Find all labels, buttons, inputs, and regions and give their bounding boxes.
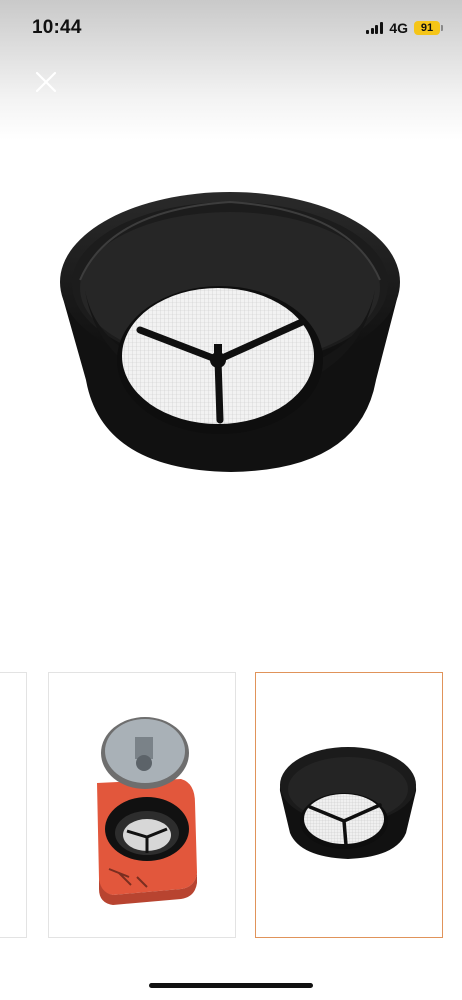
- close-button[interactable]: [30, 66, 62, 98]
- signal-icon: [366, 22, 384, 34]
- basket-thumbnail-image: [279, 747, 417, 859]
- mesh-filter-basket-image: [60, 192, 400, 472]
- home-indicator[interactable]: [149, 983, 313, 988]
- close-icon: [35, 71, 57, 93]
- appliance-image: [97, 717, 197, 905]
- thumbnail-filter-basket[interactable]: [255, 672, 443, 938]
- status-bar: 10:44 4G 91: [0, 0, 462, 56]
- image-viewer-screen: 10:44 4G 91: [0, 0, 462, 1000]
- thumbnail-appliance-open-lid[interactable]: [48, 672, 236, 938]
- battery-level: 91: [420, 22, 434, 34]
- status-time: 10:44: [32, 17, 82, 38]
- thumbnail-partial[interactable]: [0, 672, 27, 938]
- status-indicators: 4G 91: [366, 18, 443, 38]
- thumbnail-strip: [0, 672, 462, 940]
- battery-icon: 91: [414, 21, 443, 35]
- network-type: 4G: [389, 20, 408, 36]
